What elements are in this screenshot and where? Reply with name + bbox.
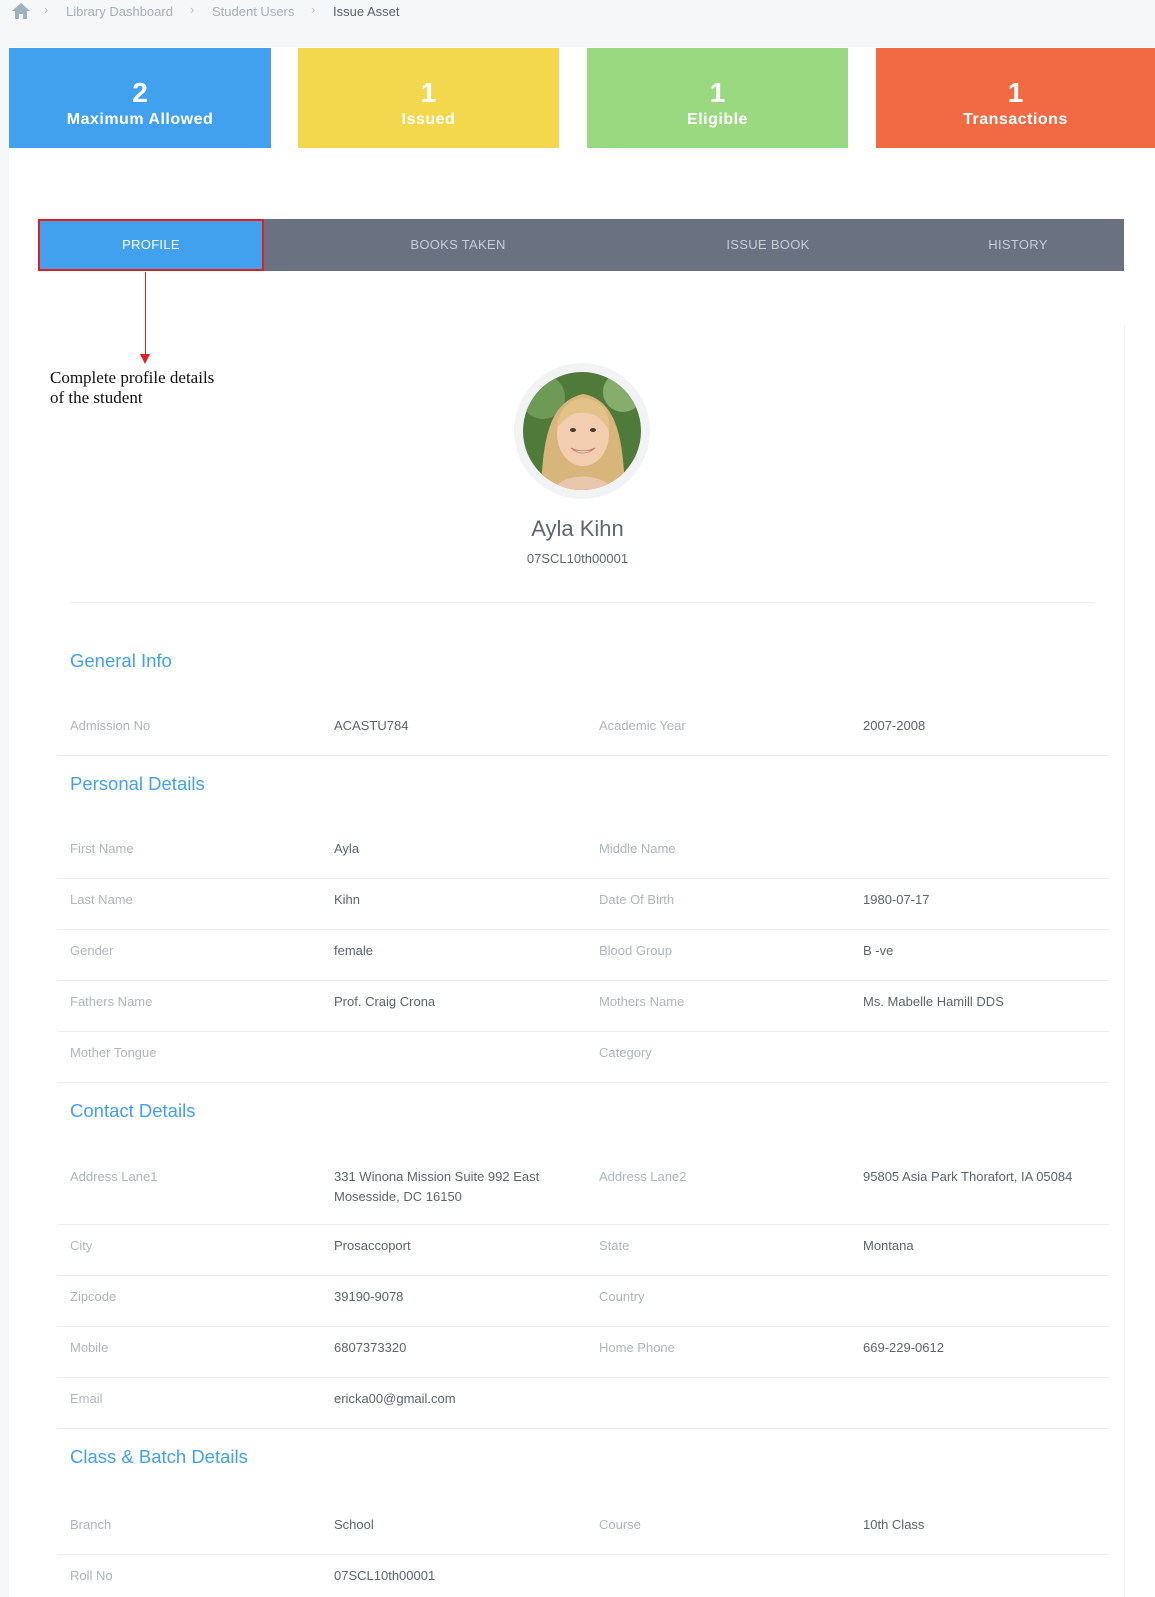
profile-tabs: PROFILE BOOKS TAKEN ISSUE BOOK HISTORY <box>38 219 1124 271</box>
field-value: Prof. Craig Crona <box>334 994 436 1009</box>
field-label: Roll No <box>70 1568 113 1583</box>
field-label: Middle Name <box>599 841 676 856</box>
info-row: Gender female Blood Group B -ve <box>57 932 1109 981</box>
stat-eligible: 1 Eligible <box>587 48 848 148</box>
field-label: Category <box>599 1045 652 1060</box>
field-value: Prosaccoport <box>334 1238 411 1253</box>
field-value: 331 Winona Mission Suite 992 East Mosess… <box>334 1169 540 1204</box>
info-row: Fathers Name Prof. Craig Crona Mothers N… <box>57 983 1109 1032</box>
stat-transactions: 1 Transactions <box>876 48 1155 148</box>
stat-label: Issued <box>401 111 456 128</box>
info-row: Address Lane1 331 Winona Mission Suite 9… <box>57 1158 1109 1225</box>
breadcrumb-issue-asset: Issue Asset <box>333 4 400 19</box>
field-value: 39190-9078 <box>334 1289 404 1304</box>
breadcrumb-library-dashboard[interactable]: Library Dashboard <box>66 4 173 19</box>
tab-books-taken[interactable]: BOOKS TAKEN <box>358 219 558 271</box>
field-label: Home Phone <box>599 1340 675 1355</box>
stat-label: Transactions <box>963 111 1068 128</box>
field-value: Kihn <box>334 892 361 907</box>
field-label: Last Name <box>70 892 133 907</box>
info-row: First Name Ayla Middle Name <box>57 830 1109 879</box>
field-label: Zipcode <box>70 1289 117 1304</box>
breadcrumb: › Library Dashboard › Student Users › Is… <box>0 0 1155 46</box>
field-label: Fathers Name <box>70 994 153 1009</box>
field-label: Course <box>599 1517 641 1532</box>
info-row: Last Name Kihn Date Of Birth 1980-07-17 <box>57 881 1109 930</box>
field-value: 95805 Asia Park Thorafort, IA 05084 <box>863 1169 1073 1184</box>
field-value: 669-229-0612 <box>863 1340 944 1355</box>
field-value: 6807373320 <box>334 1340 407 1355</box>
divider <box>70 602 1094 603</box>
home-icon[interactable] <box>11 2 31 20</box>
field-value: Montana <box>863 1238 914 1253</box>
stat-label: Maximum Allowed <box>66 111 214 128</box>
field-label: City <box>70 1238 93 1253</box>
field-value: 2007-2008 <box>863 718 926 733</box>
stat-label: Eligible <box>687 111 748 128</box>
field-label: Branch <box>70 1517 112 1532</box>
stat-value: 1 <box>420 77 437 108</box>
chevron-right-icon: › <box>190 2 195 17</box>
field-value: ACASTU784 <box>334 718 409 733</box>
field-label: Address Lane2 <box>599 1169 687 1184</box>
chevron-right-icon: › <box>44 2 49 17</box>
tab-profile[interactable]: PROFILE <box>38 219 264 271</box>
field-label: Gender <box>70 943 114 958</box>
field-value: female <box>334 943 374 958</box>
breadcrumb-student-users[interactable]: Student Users <box>212 4 294 19</box>
info-row: Mother Tongue Category <box>57 1034 1109 1083</box>
stat-value: 2 <box>132 77 148 108</box>
info-row: Mobile 6807373320 Home Phone 669-229-061… <box>57 1329 1109 1378</box>
field-label: Blood Group <box>599 943 672 958</box>
field-label: Email <box>70 1391 103 1406</box>
field-label: Mobile <box>70 1340 109 1355</box>
info-row: Roll No 07SCL10th00001 <box>57 1557 1109 1597</box>
student-name: Ayla Kihn <box>531 516 624 541</box>
stat-issued: 1 Issued <box>298 48 559 148</box>
field-value: ericka00@gmail.com <box>334 1391 456 1406</box>
section-title-general-info: General Info <box>70 650 172 671</box>
field-label: Country <box>599 1289 645 1304</box>
info-row: Admission No ACASTU784 Academic Year 200… <box>57 707 1109 756</box>
field-value: B -ve <box>863 943 894 958</box>
field-value: Ayla <box>334 841 360 856</box>
student-id: 07SCL10th00001 <box>526 551 629 566</box>
field-label: Date Of Birth <box>599 892 675 907</box>
field-label: Mothers Name <box>599 994 685 1009</box>
field-value: 10th Class <box>863 1517 925 1532</box>
field-value: School <box>334 1517 374 1532</box>
field-value: 07SCL10th00001 <box>334 1568 436 1583</box>
field-label: First Name <box>70 841 134 856</box>
info-row: Zipcode 39190-9078 Country <box>57 1278 1109 1327</box>
section-title-personal-details: Personal Details <box>70 773 205 794</box>
tab-issue-book[interactable]: ISSUE BOOK <box>678 219 858 271</box>
info-row: Email ericka00@gmail.com <box>57 1380 1109 1429</box>
field-label: Mother Tongue <box>70 1045 157 1060</box>
tab-history[interactable]: HISTORY <box>938 219 1098 271</box>
field-value: 1980-07-17 <box>863 892 930 907</box>
field-label: Admission No <box>70 718 151 733</box>
info-row: Branch School Course 10th Class <box>57 1506 1109 1555</box>
stat-value: 1 <box>1007 77 1024 108</box>
field-value: Ms. Mabelle Hamill DDS <box>863 994 1004 1009</box>
info-row: City Prosaccoport State Montana <box>57 1227 1109 1276</box>
field-label: State <box>599 1238 630 1253</box>
chevron-right-icon: › <box>311 2 316 17</box>
stat-maximum-allowed: 2 Maximum Allowed <box>9 48 271 148</box>
avatar <box>523 372 641 490</box>
section-title-contact-details: Contact Details <box>70 1100 196 1121</box>
stat-value: 1 <box>709 77 726 108</box>
section-title-class-batch-details: Class & Batch Details <box>70 1446 248 1467</box>
field-label: Address Lane1 <box>70 1169 158 1184</box>
field-label: Academic Year <box>599 718 686 733</box>
